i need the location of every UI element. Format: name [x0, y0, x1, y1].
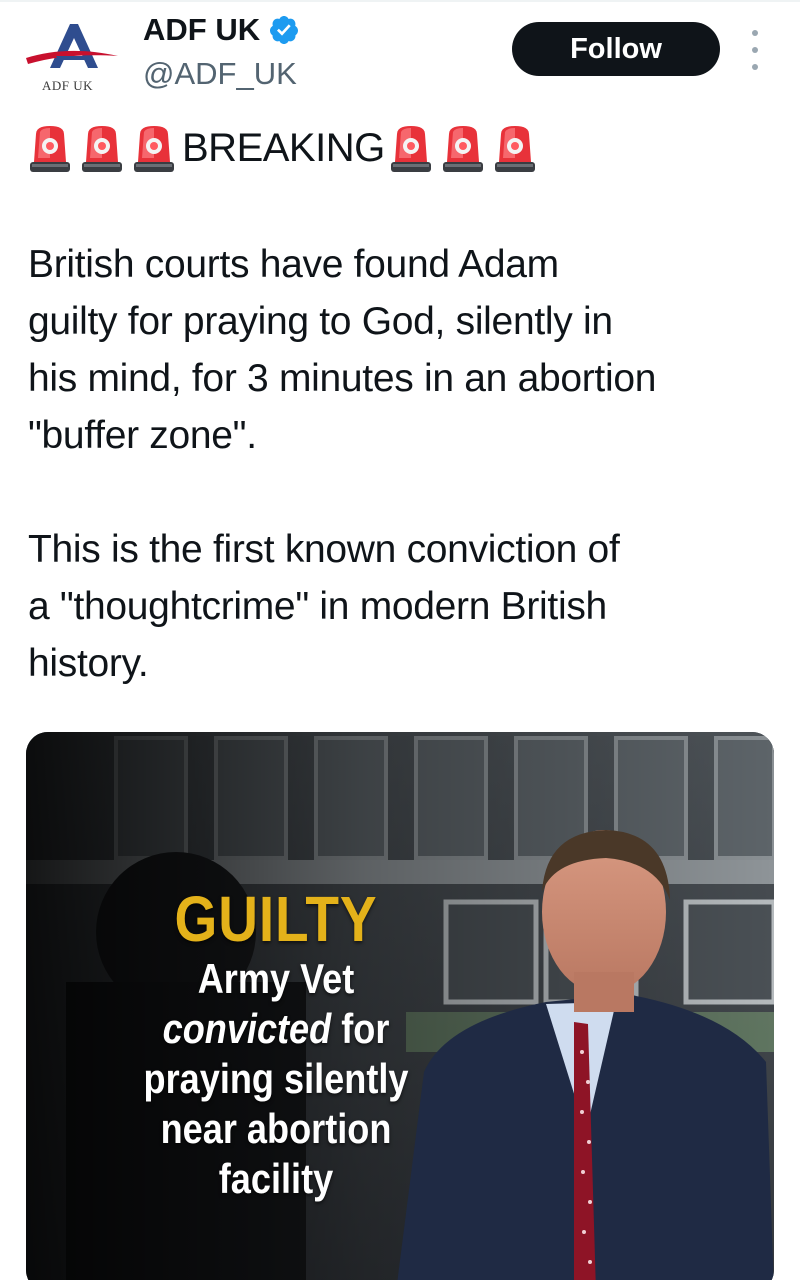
avatar[interactable]: ADF UK: [22, 20, 122, 100]
headline-line-2-rest: for: [331, 1005, 390, 1052]
adf-uk-logo-icon: [26, 24, 118, 68]
headline-guilty: GUILTY: [174, 883, 378, 955]
breaking-line: BREAKING: [28, 122, 545, 174]
logo-text: ADF UK: [42, 78, 94, 93]
headline-line-4: near abortion: [160, 1105, 392, 1152]
police-siren-emoji-icon: [132, 122, 176, 174]
tweet-media-image[interactable]: GUILTY Army Vet convicted for praying si…: [26, 732, 774, 1280]
media-headline: GUILTY Army Vet convicted for praying si…: [96, 884, 456, 1204]
display-name[interactable]: ADF UK: [143, 12, 300, 48]
tweet-paragraph-1: British courts have found Adam guilty fo…: [28, 243, 657, 457]
display-name-text: ADF UK: [143, 12, 261, 47]
more-vertical-icon[interactable]: [744, 30, 766, 70]
police-siren-emoji-icon: [493, 122, 537, 174]
police-siren-emoji-icon: [28, 122, 72, 174]
headline-line-1: Army Vet: [197, 955, 355, 1002]
police-siren-emoji-icon: [389, 122, 433, 174]
headline-line-3: praying silently: [143, 1055, 409, 1102]
follow-button[interactable]: Follow: [512, 22, 720, 76]
headline-line-5: facility: [218, 1155, 334, 1202]
police-siren-emoji-icon: [80, 122, 124, 174]
tweet-paragraph-2: This is the first known conviction of a …: [28, 528, 620, 685]
handle[interactable]: @ADF_UK: [143, 56, 297, 92]
headline-line-2: convicted for: [121, 1004, 431, 1054]
police-siren-emoji-icon: [441, 122, 485, 174]
verified-badge-icon: [270, 16, 299, 44]
top-divider: [0, 0, 800, 2]
headline-line-2-em: convicted: [162, 1005, 332, 1052]
tweet-text: British courts have found Adam guilty fo…: [28, 236, 788, 692]
breaking-label: BREAKING: [182, 125, 385, 170]
